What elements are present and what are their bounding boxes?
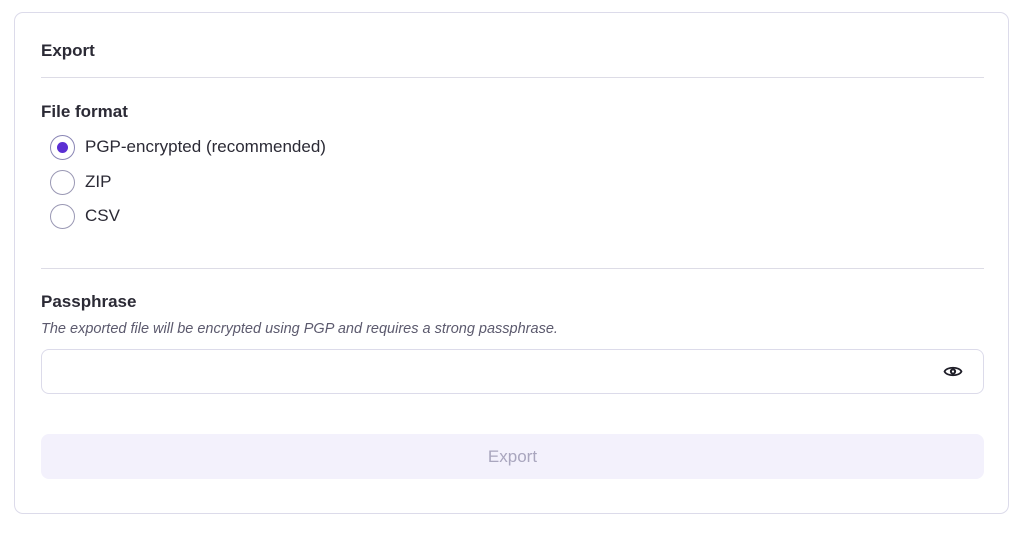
passphrase-label: Passphrase <box>41 292 137 311</box>
eye-icon[interactable] <box>943 363 963 380</box>
file-format-label: File format <box>41 102 128 121</box>
radio-option-csv[interactable]: CSV <box>50 203 120 229</box>
radio-option-zip[interactable]: ZIP <box>50 169 111 195</box>
divider <box>41 77 984 78</box>
export-button[interactable]: Export <box>41 434 984 479</box>
radio-zip[interactable] <box>50 169 75 195</box>
radio-label-pgp: PGP-encrypted (recommended) <box>85 137 326 156</box>
radio-pgp[interactable] <box>50 134 75 160</box>
passphrase-hint: The exported file will be encrypted usin… <box>41 321 558 337</box>
passphrase-field <box>41 349 984 394</box>
radio-label-zip: ZIP <box>85 172 112 191</box>
radio-selected-dot <box>57 141 68 153</box>
export-card: Export File format PGP-encrypted (recomm… <box>14 12 1009 514</box>
radio-option-pgp[interactable]: PGP-encrypted (recommended) <box>50 134 326 160</box>
passphrase-input[interactable] <box>54 350 934 393</box>
divider <box>41 268 984 269</box>
radio-label-csv: CSV <box>85 206 120 225</box>
card-title: Export <box>41 41 95 60</box>
radio-csv[interactable] <box>50 203 75 229</box>
